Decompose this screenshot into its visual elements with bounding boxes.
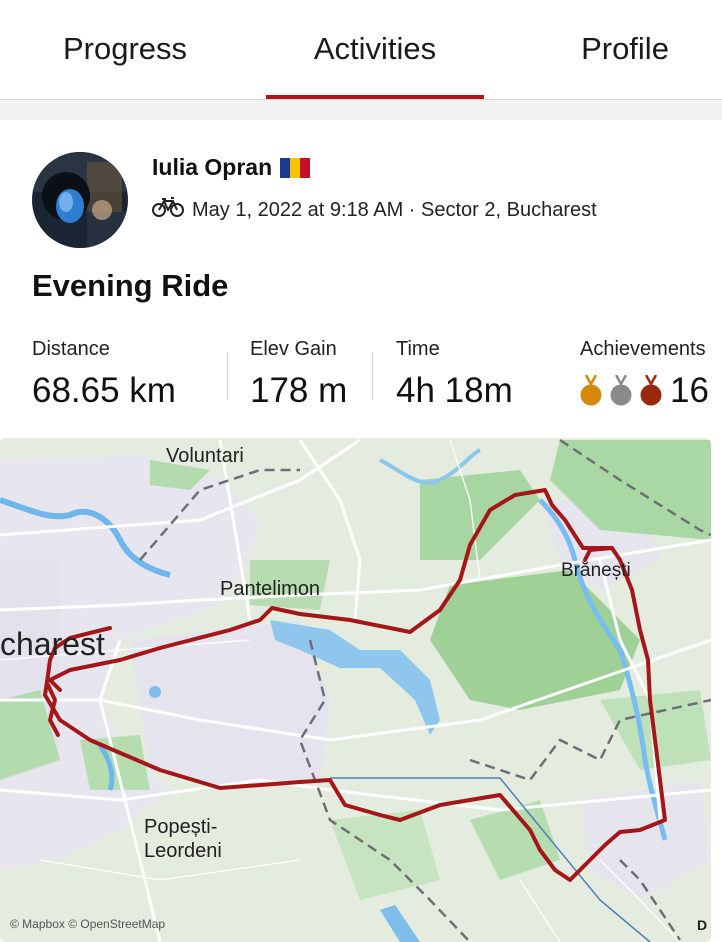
achievements-count: 16 <box>670 371 709 410</box>
stat-achievements[interactable]: Achievements 16 <box>580 338 709 411</box>
stat-value: 68.65 km <box>32 371 176 410</box>
tab-progress[interactable]: Progress <box>0 0 250 97</box>
bronze-medal-icon <box>640 374 662 407</box>
stat-label: Achievements <box>580 338 706 360</box>
date-location: May 1, 2022 at 9:18 AM · Sector 2, Bucha… <box>192 198 597 221</box>
activity-meta: May 1, 2022 at 9:18 AM · Sector 2, Bucha… <box>152 196 597 224</box>
stat-label: Time <box>396 338 440 360</box>
stat-label: Distance <box>32 338 110 360</box>
stat-divider <box>227 352 228 400</box>
silver-medal-icon <box>610 374 632 407</box>
map-label-popesti-leordeni: Popești- Leordeni <box>144 815 244 863</box>
map-canvas <box>0 438 711 942</box>
bicycle-icon <box>152 196 184 224</box>
map-label-voluntari: Voluntari <box>166 445 244 467</box>
route-map[interactable]: Voluntari Pantelimon Brănești charest Po… <box>0 438 711 942</box>
section-divider <box>0 100 722 120</box>
stat-elev-gain: Elev Gain 178 m <box>250 338 347 411</box>
avatar[interactable] <box>32 152 128 248</box>
gold-medal-icon <box>580 374 602 407</box>
stat-value: 178 m <box>250 371 348 410</box>
tab-activities[interactable]: Activities <box>250 0 500 97</box>
achievements-row: 16 <box>580 371 709 411</box>
tab-profile[interactable]: Profile <box>500 0 722 97</box>
map-label-bucharest: charest <box>0 626 105 662</box>
stat-divider <box>372 352 373 400</box>
stat-distance: Distance 68.65 km <box>32 338 176 411</box>
map-attribution[interactable]: © Mapbox © OpenStreetMap <box>10 917 165 931</box>
athlete-name[interactable]: Iulia Opran <box>152 154 272 181</box>
map-label-line: Leordeni <box>144 840 222 862</box>
stat-value: 4h 18m <box>396 371 513 410</box>
map-label-branesti: Brănești <box>561 560 631 581</box>
athlete-name-row: Iulia Opran <box>152 154 311 181</box>
map-corner-label: D <box>697 917 708 933</box>
romania-flag-icon <box>280 157 311 178</box>
tab-bar: Progress Activities Profile <box>0 0 722 100</box>
stat-time: Time 4h 18m <box>396 338 513 411</box>
map-label-line: Popești- <box>144 816 218 838</box>
stat-label: Elev Gain <box>250 338 337 360</box>
activity-title[interactable]: Evening Ride <box>32 268 228 304</box>
map-label-pantelimon: Pantelimon <box>220 578 321 600</box>
